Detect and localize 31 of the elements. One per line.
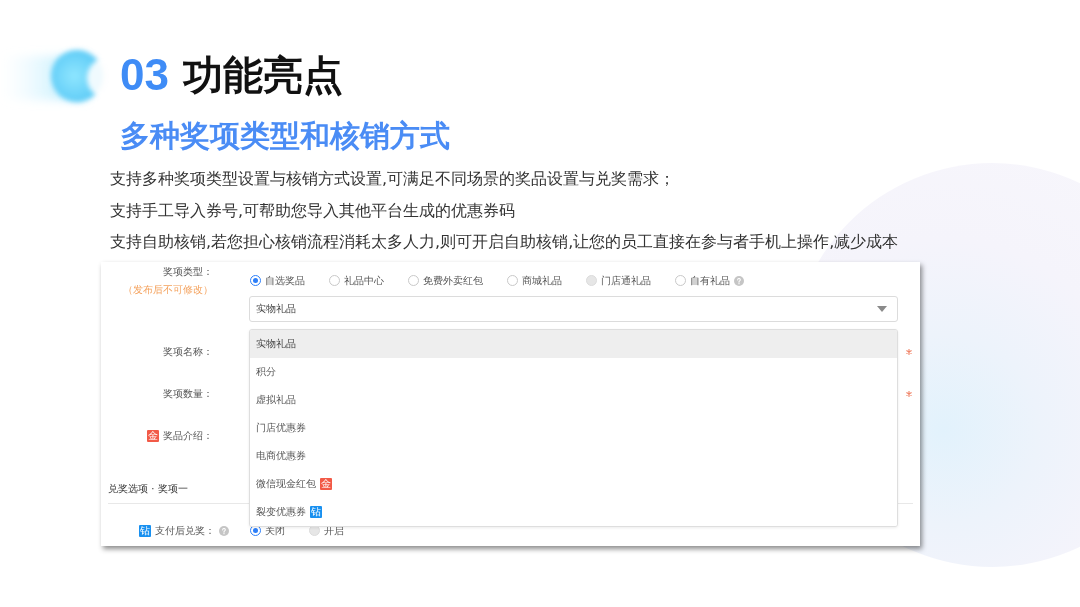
field-label: 奖品介绍： [163, 429, 213, 442]
tier-tag: 钻 [310, 505, 322, 518]
feature-text: 支持自助核销,若您担心核销流程消耗太多人力,则可开启自助核销,让您的员工直接在参与者手机上操作,减少成本 [110, 231, 899, 253]
dropdown-option[interactable]: 实物礼品 [250, 329, 897, 358]
tier-tag: 金 [320, 477, 332, 490]
field-label: 奖项数量： [163, 387, 213, 400]
dropdown-option[interactable]: 门店优惠券 [250, 413, 897, 442]
caret-icon [877, 305, 887, 312]
select-field[interactable]: 实物礼品 [249, 295, 898, 322]
section-number: 03 [120, 53, 169, 97]
field-label: 支付后兑奖： [155, 524, 215, 537]
dropdown-option[interactable]: 裂变优惠券 钻 [250, 497, 897, 526]
section-title: 兑奖选项 · 奖项一 [108, 481, 188, 496]
dropdown-option[interactable]: 微信现金红包 金 [250, 469, 897, 498]
dropdown-option[interactable]: 电商优惠券 [250, 441, 897, 470]
radio-option[interactable]: 商城礼品 [507, 274, 562, 287]
slide-title: 功能亮点 [182, 55, 343, 95]
dropdown-option[interactable]: 虚拟礼品 [250, 385, 897, 414]
feature-text: 支持手工导入券号,可帮助您导入其他平台生成的优惠券码 [110, 199, 517, 222]
radio-option[interactable]: 免费外卖红包 [408, 274, 483, 287]
dropdown-option[interactable]: 积分 [250, 357, 897, 386]
radio-option[interactable]: 自选奖品 [250, 274, 305, 287]
feature-text: 支持多种奖项类型设置与核销方式设置,可满足不同场景的奖品设置与兑奖需求； [110, 168, 677, 190]
slide-subtitle: 多种奖项类型和核销方式 [120, 119, 450, 153]
field-label: 奖项类型： [163, 265, 213, 278]
radio-option[interactable]: 自有礼品 [675, 274, 744, 287]
field-label: 奖项名称： [163, 345, 213, 358]
note-text: （发布后不可修改） [123, 283, 213, 296]
radio-option[interactable]: 礼品中心 [329, 274, 384, 287]
tier-tag: 钻 [139, 524, 151, 537]
tier-tag: 金 [147, 429, 159, 442]
